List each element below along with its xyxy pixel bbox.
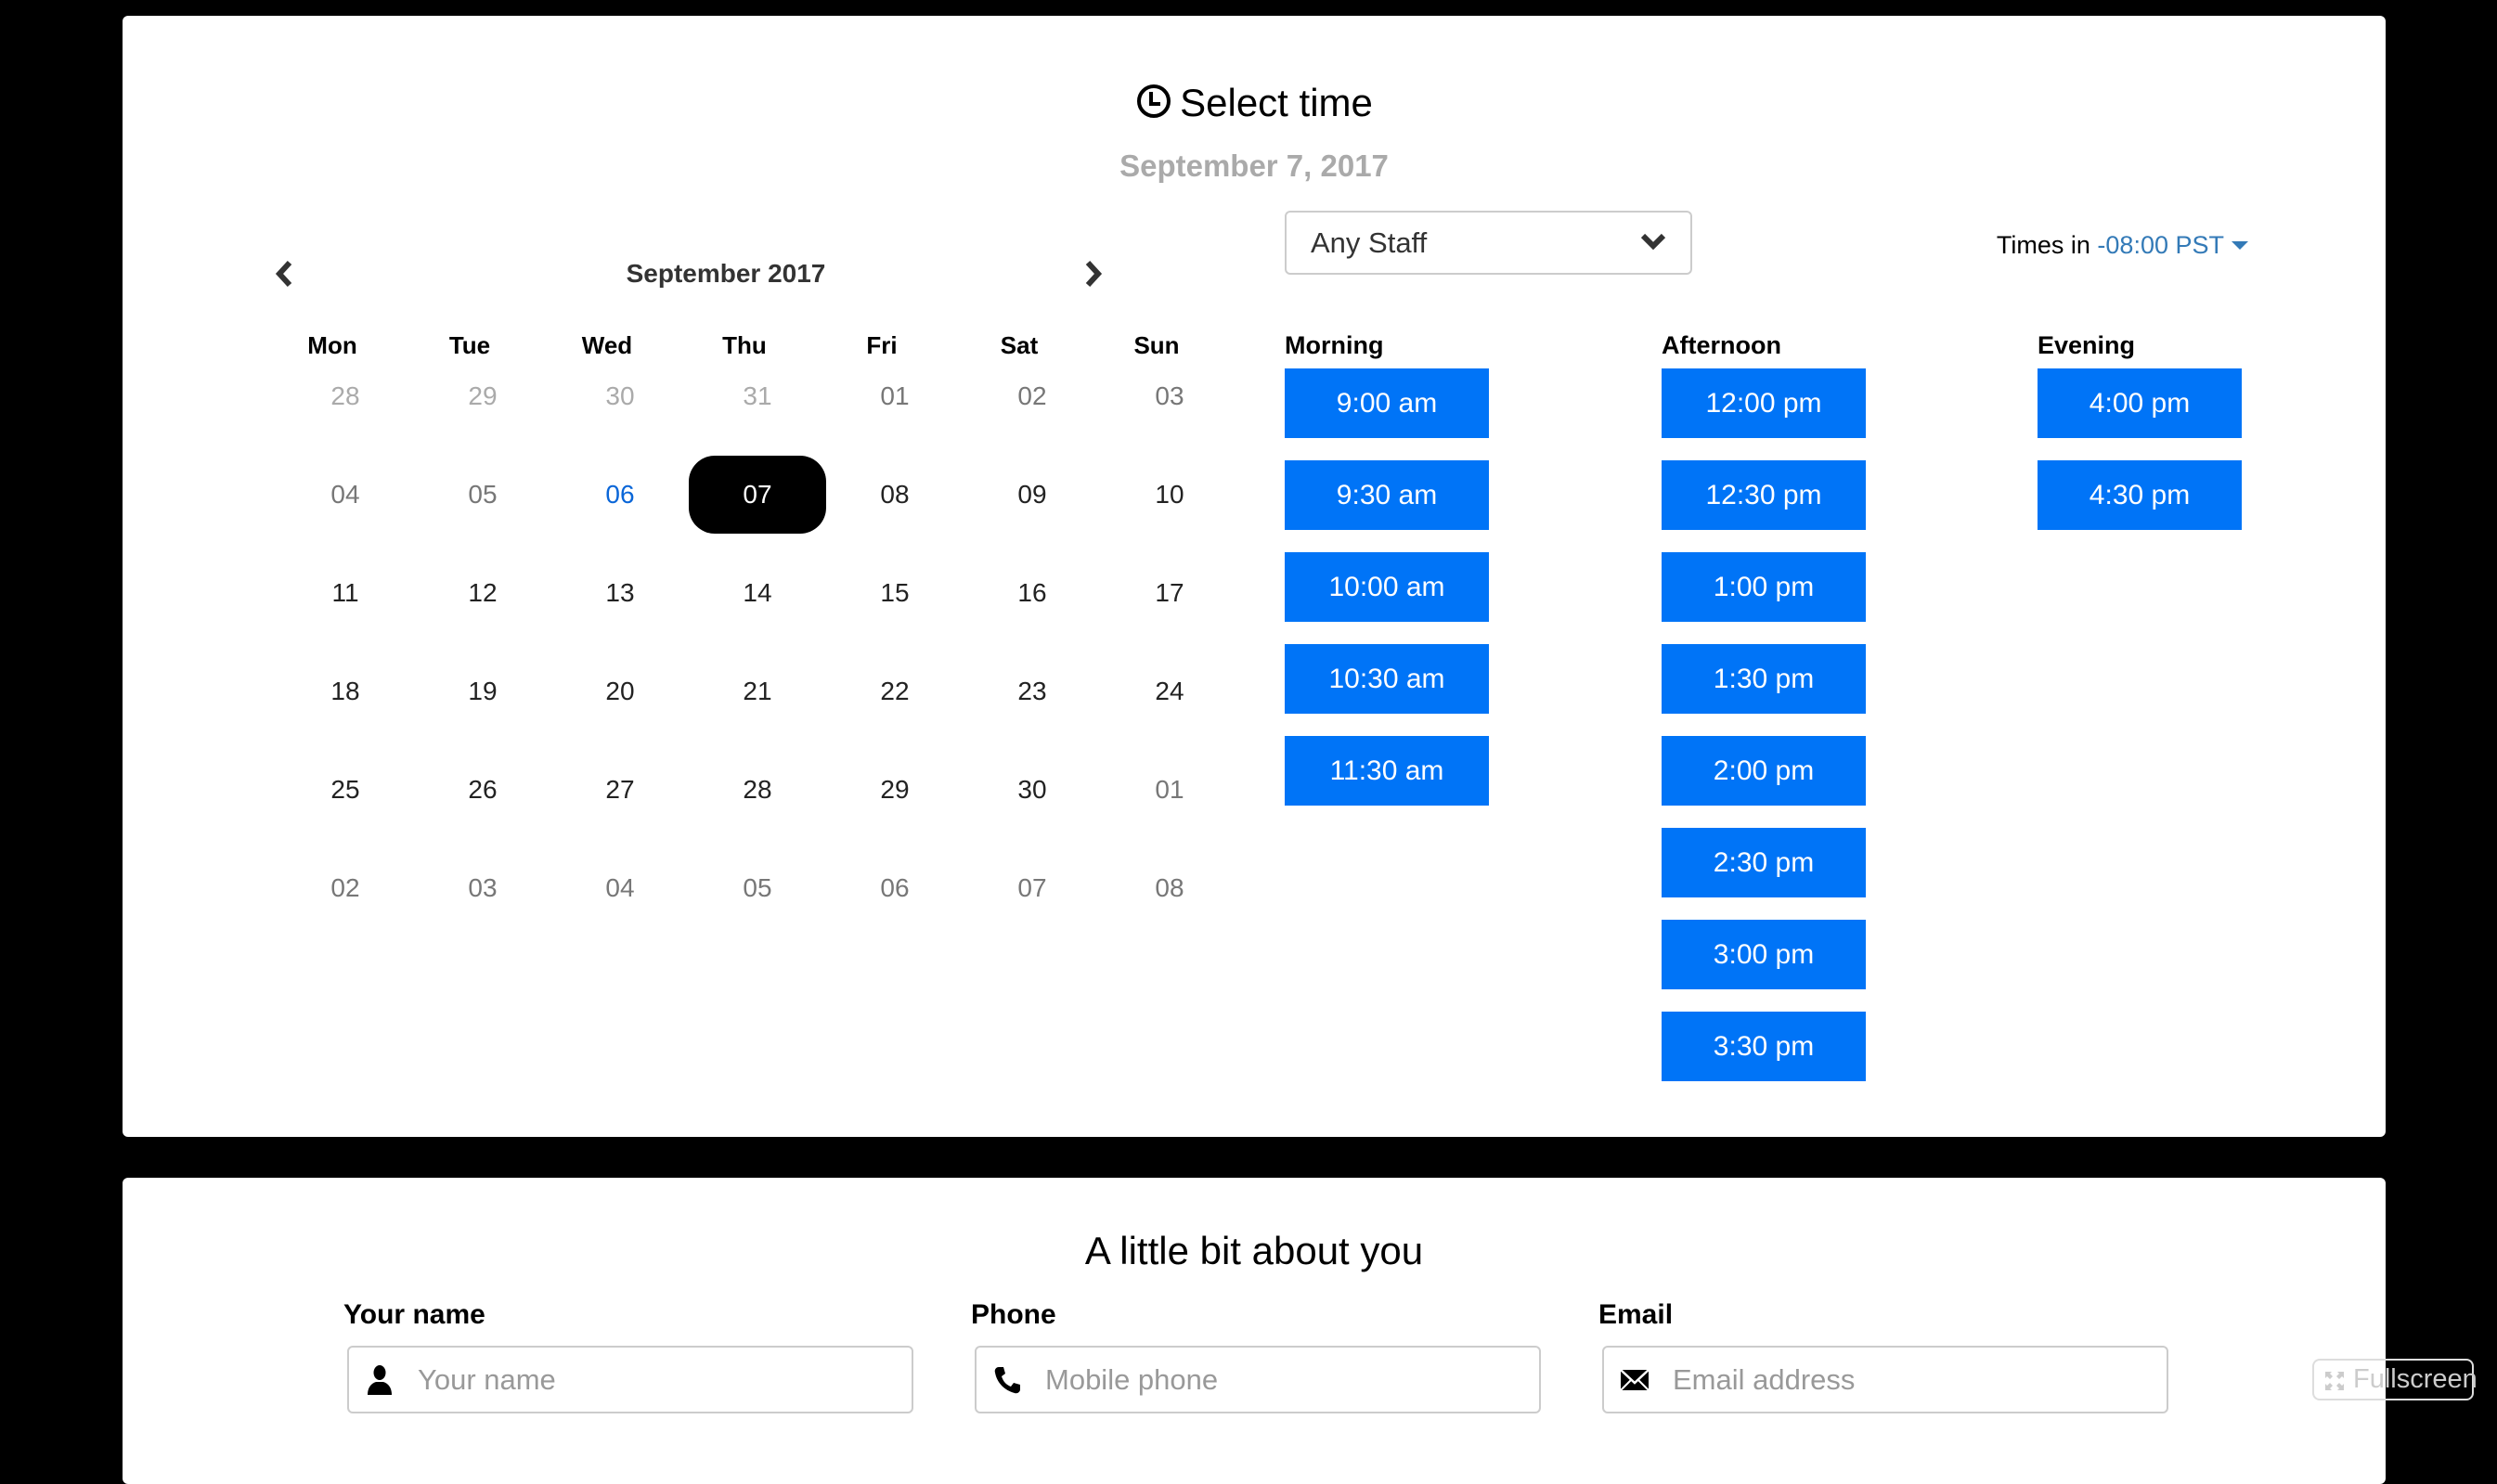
calendar-day[interactable]: 28 xyxy=(689,751,826,829)
calendar-day[interactable]: 11 xyxy=(277,554,414,632)
calendar-day[interactable]: 05 xyxy=(414,456,551,534)
select-time-heading: Select time xyxy=(123,81,2386,125)
time-slot-button[interactable]: 10:00 am xyxy=(1285,552,1489,622)
user-icon xyxy=(368,1365,392,1395)
calendar-day[interactable]: 29 xyxy=(826,751,964,829)
calendar-month-label: September 2017 xyxy=(626,259,826,288)
timezone-prefix: Times in xyxy=(1996,231,2090,259)
calendar-day[interactable]: 20 xyxy=(551,652,689,730)
select-time-card: Select time September 7, 2017 September … xyxy=(123,16,2386,1137)
calendar-day[interactable]: 22 xyxy=(826,652,964,730)
name-input[interactable] xyxy=(418,1348,891,1412)
calendar-day[interactable]: 07 xyxy=(964,849,1101,927)
staff-select[interactable]: Any Staff xyxy=(1285,211,1692,275)
calendar-day[interactable]: 26 xyxy=(414,751,551,829)
calendar-day[interactable]: 06 xyxy=(826,849,964,927)
select-time-title: Select time xyxy=(1180,81,1373,124)
calendar-day[interactable]: 04 xyxy=(277,456,414,534)
time-slot-button[interactable]: 1:00 pm xyxy=(1662,552,1866,622)
calendar-day[interactable]: 18 xyxy=(277,652,414,730)
chevron-left-icon[interactable] xyxy=(271,255,299,292)
calendar-day[interactable]: 05 xyxy=(689,849,826,927)
calendar-day[interactable]: 08 xyxy=(1101,849,1238,927)
calendar-day-today[interactable]: 06 xyxy=(551,456,689,534)
name-field[interactable] xyxy=(347,1346,913,1413)
calendar-day[interactable]: 13 xyxy=(551,554,689,632)
weekday-label: Sat xyxy=(1000,331,1039,359)
calendar-day[interactable]: 10 xyxy=(1101,456,1238,534)
calendar-day[interactable]: 30 xyxy=(964,751,1101,829)
time-column-heading-morning: Morning xyxy=(1285,331,1384,359)
calendar-day[interactable]: 01 xyxy=(826,357,964,435)
email-label: Email xyxy=(1598,1299,1674,1330)
calendar-day[interactable]: 14 xyxy=(689,554,826,632)
email-field[interactable] xyxy=(1602,1346,2168,1413)
weekday-label: Tue xyxy=(448,331,491,359)
name-label: Your name xyxy=(343,1299,485,1330)
calendar-day[interactable]: 08 xyxy=(826,456,964,534)
calendar-day[interactable]: 24 xyxy=(1101,652,1238,730)
fullscreen-button[interactable]: Fullscreen xyxy=(2312,1359,2478,1400)
phone-field[interactable] xyxy=(975,1346,1541,1413)
time-slot-button[interactable]: 4:30 pm xyxy=(2038,460,2242,530)
chevron-right-icon[interactable] xyxy=(1079,255,1106,292)
calendar-day[interactable]: 03 xyxy=(414,849,551,927)
calendar-day[interactable]: 04 xyxy=(551,849,689,927)
time-slot-button[interactable]: 11:30 am xyxy=(1285,736,1489,806)
time-slot-button[interactable]: 2:30 pm xyxy=(1662,828,1866,897)
weekday-label: Fri xyxy=(866,331,898,359)
clock-icon xyxy=(1137,84,1171,118)
timezone-selector: Times in -08:00 PST xyxy=(1997,231,2248,260)
calendar-day[interactable]: 28 xyxy=(277,357,414,435)
time-slot-button[interactable]: 9:30 am xyxy=(1285,460,1489,530)
time-slot-button[interactable]: 3:00 pm xyxy=(1662,920,1866,989)
expand-icon xyxy=(2325,1372,2344,1390)
calendar-day[interactable]: 31 xyxy=(689,357,826,435)
timezone-dropdown[interactable]: -08:00 PST xyxy=(2097,231,2224,259)
calendar-day[interactable]: 25 xyxy=(277,751,414,829)
time-slot-button[interactable]: 9:00 am xyxy=(1285,368,1489,438)
calendar-day[interactable]: 23 xyxy=(964,652,1101,730)
calendar-day[interactable]: 09 xyxy=(964,456,1101,534)
calendar-day[interactable]: 16 xyxy=(964,554,1101,632)
calendar-day[interactable]: 02 xyxy=(964,357,1101,435)
time-slot-button[interactable]: 1:30 pm xyxy=(1662,644,1866,714)
time-column-heading-afternoon: Afternoon xyxy=(1662,331,1781,359)
calendar-day[interactable]: 02 xyxy=(277,849,414,927)
phone-icon xyxy=(994,1367,1020,1394)
chevron-down-icon xyxy=(1640,233,1666,251)
calendar-day[interactable]: 01 xyxy=(1101,751,1238,829)
time-slot-button[interactable]: 12:30 pm xyxy=(1662,460,1866,530)
calendar-day[interactable]: 27 xyxy=(551,751,689,829)
weekday-label: Sun xyxy=(1133,331,1180,359)
calendar-day[interactable]: 21 xyxy=(689,652,826,730)
about-you-heading: A little bit about you xyxy=(1084,1229,1424,1272)
staff-select-value: Any Staff xyxy=(1311,226,1428,259)
time-slot-button[interactable]: 10:30 am xyxy=(1285,644,1489,714)
calendar-day[interactable]: 03 xyxy=(1101,357,1238,435)
time-column-heading-evening: Evening xyxy=(2038,331,2136,359)
phone-input[interactable] xyxy=(1045,1348,1519,1412)
envelope-icon xyxy=(1620,1369,1650,1391)
email-input[interactable] xyxy=(1673,1348,2146,1412)
calendar-day[interactable]: 17 xyxy=(1101,554,1238,632)
phone-label: Phone xyxy=(971,1299,1056,1330)
time-slot-button[interactable]: 3:30 pm xyxy=(1662,1012,1866,1081)
calendar-day[interactable]: 15 xyxy=(826,554,964,632)
calendar-day[interactable]: 29 xyxy=(414,357,551,435)
selected-date-label: September 7, 2017 xyxy=(1119,148,1389,183)
calendar-day[interactable]: 12 xyxy=(414,554,551,632)
weekday-label: Thu xyxy=(722,331,767,359)
time-slot-button[interactable]: 2:00 pm xyxy=(1662,736,1866,806)
time-slot-button[interactable]: 4:00 pm xyxy=(2038,368,2242,438)
calendar-day-selected[interactable]: 07 xyxy=(689,456,826,534)
about-you-card: A little bit about you Your name Phone E… xyxy=(123,1178,2386,1484)
calendar-day[interactable]: 19 xyxy=(414,652,551,730)
weekday-label: Mon xyxy=(307,331,357,359)
weekday-label: Wed xyxy=(581,331,633,359)
time-slot-button[interactable]: 12:00 pm xyxy=(1662,368,1866,438)
caret-down-icon[interactable] xyxy=(2232,241,2248,250)
fullscreen-label: Fullscreen xyxy=(2353,1364,2478,1394)
calendar-day[interactable]: 30 xyxy=(551,357,689,435)
